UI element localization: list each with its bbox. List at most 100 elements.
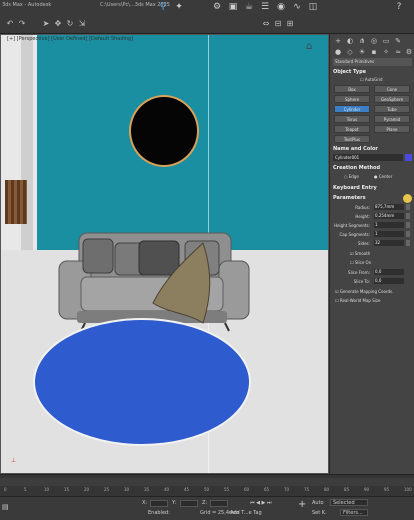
height-segments-spinner[interactable] [406,222,410,228]
rotate-icon[interactable]: ↻ [64,17,76,30]
redo-icon[interactable]: ↷ [16,17,28,30]
timeline-tick: 75 [304,487,310,492]
viewcube-icon[interactable]: ⌂ [306,41,312,52]
curve-editor-icon[interactable]: ∿ [290,0,304,14]
schematic-icon[interactable]: ◫ [306,0,320,14]
helpers-icon[interactable]: ✧ [381,47,391,57]
autogrid-checkbox[interactable]: ☐ AutoGrid [360,77,383,82]
play-controls[interactable]: ⏮ ◀ ▶ ⏭ [250,500,271,506]
slice-from-label: Slice From: [348,270,370,275]
edge-radio[interactable]: ○ Edge [344,174,359,179]
link-icon[interactable]: ⚲ [156,0,170,14]
height-label: Height: [355,214,370,219]
smooth-checkbox[interactable]: ☑ Smooth [350,251,370,256]
object-color-swatch[interactable] [405,154,412,161]
sides-field[interactable]: 32 [374,240,404,246]
round-rug-cylinder[interactable] [33,318,251,446]
tube-button[interactable]: Tube [374,105,410,113]
filters-button[interactable]: Filters... [340,509,368,516]
cap-segments-spinner[interactable] [406,231,410,237]
smooth-label: Smooth [354,251,371,256]
perspective-viewport[interactable]: [+] [Perspective] [User Defined] [Defaul… [0,34,329,474]
render-setup-icon[interactable]: ⚙ [210,0,224,14]
help-icon[interactable]: ? [392,0,406,14]
time-slider-track[interactable] [0,478,414,486]
sides-label: Sides: [357,241,370,246]
y-coord-field[interactable] [180,500,198,507]
center-radio[interactable]: ● Center [374,174,392,179]
x-coord-field[interactable] [150,500,168,507]
radius-spinner[interactable] [406,204,410,210]
add-time-tag-button[interactable]: Add T...e Tag [230,510,262,516]
modify-tab-icon[interactable]: ◐ [345,36,355,46]
cap-segments-label: Cap Segments: [339,232,371,237]
toolbar-row-2: ↶ ↷ ➤ ✥ ↻ ⇲ ⇔ ⊟ ⊞ [0,16,414,32]
render-icon[interactable]: ☕ [242,0,256,14]
slice-from-field[interactable]: 0,0 [374,269,404,275]
motion-tab-icon[interactable]: ◎ [369,36,379,46]
create-tab-icon[interactable]: + [333,36,343,46]
command-panel: + ◐ ⋔ ◎ ▭ ✎ ● ◇ ☀ ▪ ✧ ≈ ⚙ Standard Primi… [329,34,414,474]
scale-icon[interactable]: ⇲ [76,17,88,30]
utilities-tab-icon[interactable]: ✎ [393,36,403,46]
viewport-label[interactable]: [+] [Perspective] [User Defined] [Defaul… [7,36,133,42]
parameters-rollout[interactable]: Parameters [333,194,412,202]
geometry-icon[interactable]: ● [333,47,343,57]
teapot-button[interactable]: Teapot [334,125,370,133]
shapes-icon[interactable]: ◇ [345,47,355,57]
display-tab-icon[interactable]: ▭ [381,36,391,46]
cameras-icon[interactable]: ▪ [369,47,379,57]
timeline-tick: 70 [284,487,290,492]
set-key-button[interactable]: Set K. [312,510,327,516]
z-coord-field[interactable] [210,500,228,507]
material-icon[interactable]: ◉ [274,0,288,14]
box-button[interactable]: Box [334,85,370,93]
timeline-tick: 40 [164,487,170,492]
mirror-icon[interactable]: ⇔ [260,17,272,30]
primitive-category-dropdown[interactable]: Standard Primitives [333,58,412,66]
torus-button[interactable]: Torus [334,115,370,123]
hierarchy-tab-icon[interactable]: ⋔ [357,36,367,46]
keyboard-entry-rollout[interactable]: Keyboard Entry [333,184,412,192]
selected-dropdown[interactable]: Selected [330,499,368,506]
height-segments-field[interactable]: 1 [374,222,404,228]
timeline-tick: 100 [404,487,412,492]
height-field[interactable]: 0,254mm [374,213,404,219]
layer-icon[interactable]: ☰ [258,0,272,14]
move-icon[interactable]: ✥ [52,17,64,30]
geosphere-button[interactable]: GeoSphere [374,95,410,103]
spacewarps-icon[interactable]: ≈ [393,47,403,57]
height-spinner[interactable] [406,213,410,219]
auto-key-button[interactable]: Auto [312,500,324,506]
slice-on-checkbox[interactable]: ☐ Slice On [350,260,371,265]
lights-icon[interactable]: ☀ [357,47,367,57]
cylinder-button[interactable]: Cylinder [334,105,370,113]
sphere-button[interactable]: Sphere [334,95,370,103]
timeline-tick: 85 [344,487,350,492]
plane-button[interactable]: Plane [374,125,410,133]
scene-explorer-icon[interactable]: ⊞ [284,17,296,30]
maxscript-icon[interactable]: ▤ [2,503,9,511]
creation-method-rollout[interactable]: Creation Method [333,164,412,172]
key-icon[interactable]: + [298,499,306,510]
cap-segments-field[interactable]: 1 [374,231,404,237]
undo-icon[interactable]: ↶ [4,17,16,30]
systems-icon[interactable]: ⚙ [404,47,414,57]
snap-icon[interactable]: ✦ [172,0,186,14]
object-name-field[interactable]: Cylinder001 [333,154,403,161]
textplus-button[interactable]: TextPlus [334,135,370,143]
radius-field[interactable]: 875,7mm [374,204,404,210]
object-type-rollout[interactable]: Object Type [333,68,412,76]
z-coord-label: Z: [202,500,208,506]
timeline[interactable]: 0 5 10 15 20 25 30 35 40 45 50 55 60 65 70 75 80 85 90 95 10… [0,474,414,496]
align-icon[interactable]: ⊟ [272,17,284,30]
slice-to-field[interactable]: 0,0 [374,278,404,284]
name-and-color-rollout[interactable]: Name and Color [333,145,412,153]
real-world-map-checkbox[interactable]: ☐ Real-World Map Size [335,298,380,303]
render-frame-icon[interactable]: ▣ [226,0,240,14]
select-icon[interactable]: ➤ [40,17,52,30]
pyramid-button[interactable]: Pyramid [374,115,410,123]
cone-button[interactable]: Cone [374,85,410,93]
generate-mapping-checkbox[interactable]: ☑ Generate Mapping Coords. [335,289,393,294]
sides-spinner[interactable] [406,240,410,246]
